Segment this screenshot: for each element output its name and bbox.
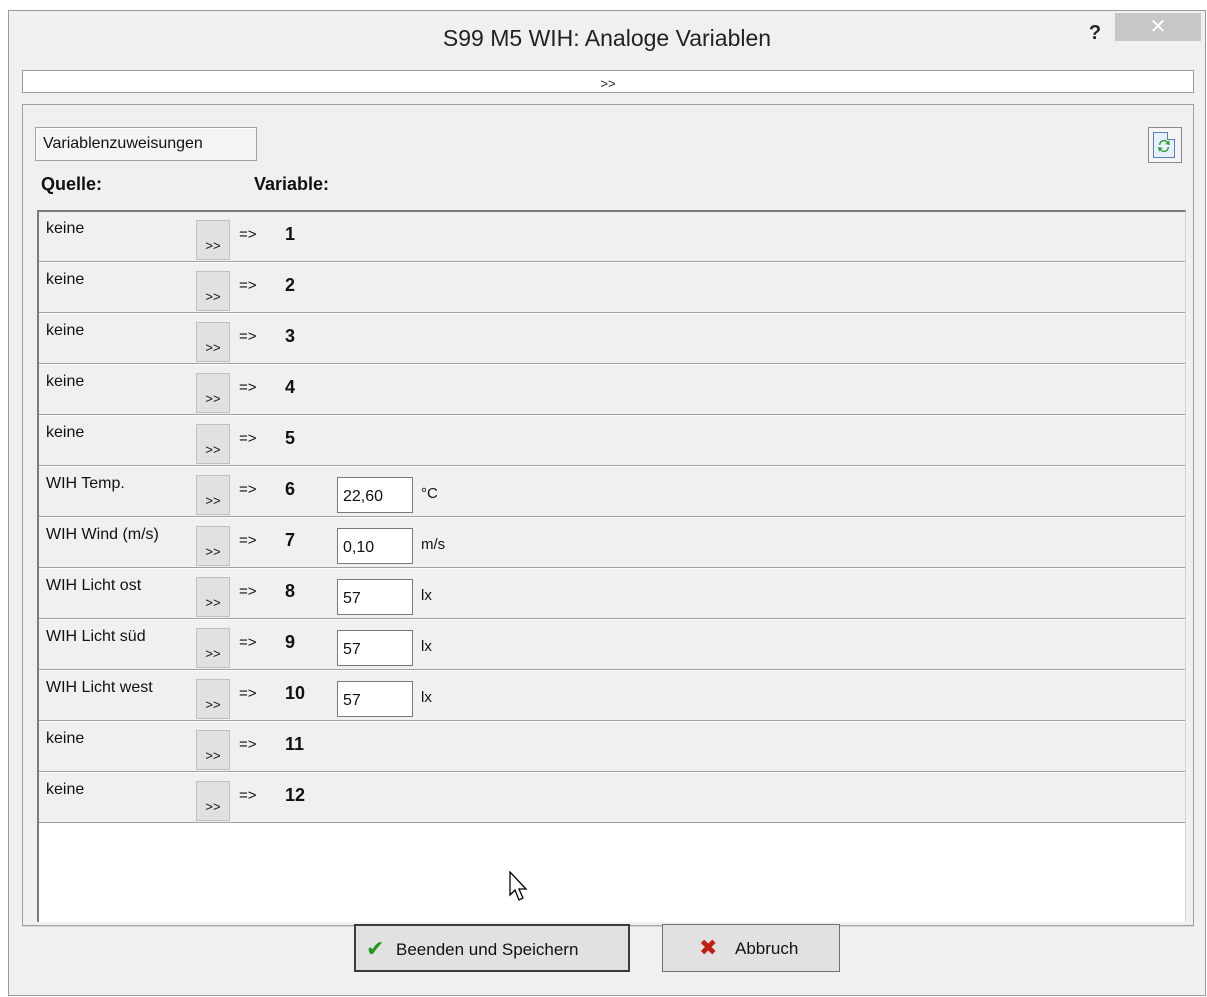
variable-number: 8 xyxy=(285,581,296,601)
source-label: keine xyxy=(46,730,85,747)
select-source-button[interactable]: >> xyxy=(196,322,230,362)
help-button[interactable]: ? xyxy=(1081,19,1109,47)
save-and-close-button[interactable]: ✔ Beenden und Speichern xyxy=(354,924,630,972)
cancel-button-label: Abbruch xyxy=(735,939,799,958)
dialog-window: S99 M5 WIH: Analoge Variablen ? ✕ >> Var… xyxy=(8,10,1206,996)
refresh-icon xyxy=(1153,132,1175,158)
source-label: WIH Temp. xyxy=(46,475,125,492)
assign-arrow: => xyxy=(239,430,257,447)
table-row: keine >> => 2 xyxy=(39,263,1185,313)
select-source-button[interactable]: >> xyxy=(196,730,230,770)
select-source-button[interactable]: >> xyxy=(196,781,230,821)
select-source-button[interactable]: >> xyxy=(196,220,230,260)
source-label: WIH Wind (m/s) xyxy=(46,526,159,543)
table-row: WIH Licht ost >> => 8 57 lx xyxy=(39,569,1185,619)
assignment-group: Variablenzuweisungen Quelle: Variable: k… xyxy=(22,104,1194,926)
title-bar: S99 M5 WIH: Analoge Variablen ? ✕ xyxy=(9,11,1205,69)
assign-arrow: => xyxy=(239,277,257,294)
variable-number: 2 xyxy=(285,275,296,295)
source-label: keine xyxy=(46,271,85,288)
table-row: WIH Licht west >> => 10 57 lx xyxy=(39,671,1185,721)
source-label: WIH Licht west xyxy=(46,679,153,696)
close-icon: ✕ xyxy=(1149,16,1167,38)
save-button-label: Beenden und Speichern xyxy=(396,940,579,959)
assign-arrow: => xyxy=(239,787,257,804)
select-source-button[interactable]: >> xyxy=(196,271,230,311)
source-label: keine xyxy=(46,373,85,390)
variable-number: 3 xyxy=(285,326,296,346)
variable-number: 6 xyxy=(285,479,296,499)
assign-arrow: => xyxy=(239,226,257,243)
variable-number: 11 xyxy=(285,734,305,754)
value-field[interactable]: 57 xyxy=(337,630,413,666)
select-source-button[interactable]: >> xyxy=(196,424,230,464)
assign-arrow: => xyxy=(239,481,257,498)
variable-number: 9 xyxy=(285,632,296,652)
value-field[interactable]: 22,60 xyxy=(337,477,413,513)
table-row: keine >> => 3 xyxy=(39,314,1185,364)
variable-number: 10 xyxy=(285,683,306,703)
select-source-button[interactable]: >> xyxy=(196,526,230,566)
select-source-button[interactable]: >> xyxy=(196,679,230,719)
value-field[interactable]: 57 xyxy=(337,579,413,615)
unit-label: lx xyxy=(421,638,432,655)
x-icon: ✖ xyxy=(699,935,718,960)
expand-toggle-bar[interactable]: >> xyxy=(22,70,1194,93)
assign-arrow: => xyxy=(239,685,257,702)
unit-label: lx xyxy=(421,587,432,604)
select-source-button[interactable]: >> xyxy=(196,628,230,668)
variable-number: 1 xyxy=(285,224,296,244)
source-label: WIH Licht ost xyxy=(46,577,142,594)
value-field[interactable]: 0,10 xyxy=(337,528,413,564)
select-source-button[interactable]: >> xyxy=(196,475,230,515)
window-title: S99 M5 WIH: Analoge Variablen xyxy=(442,25,772,51)
close-button[interactable]: ✕ xyxy=(1115,13,1201,41)
value-field[interactable]: 57 xyxy=(337,681,413,717)
variable-number: 7 xyxy=(285,530,296,550)
table-row: WIH Temp. >> => 6 22,60 °C xyxy=(39,467,1185,517)
assign-arrow: => xyxy=(239,532,257,549)
source-label: keine xyxy=(46,220,85,237)
unit-label: m/s xyxy=(421,536,446,553)
table-row: keine >> => 5 xyxy=(39,416,1185,466)
variable-number: 5 xyxy=(285,428,296,448)
source-label: WIH Licht süd xyxy=(46,628,146,645)
table-row: keine >> => 11 xyxy=(39,722,1185,772)
source-label: keine xyxy=(46,424,85,441)
table-row: keine >> => 4 xyxy=(39,365,1185,415)
assign-arrow: => xyxy=(239,379,257,396)
header-source: Quelle: xyxy=(41,174,103,194)
checkmark-icon: ✔ xyxy=(366,936,385,961)
table-row: WIH Wind (m/s) >> => 7 0,10 m/s xyxy=(39,518,1185,568)
cancel-button[interactable]: ✖ Abbruch xyxy=(662,924,840,972)
table-row: keine >> => 12 xyxy=(39,773,1185,823)
assign-arrow: => xyxy=(239,736,257,753)
assign-arrow: => xyxy=(239,328,257,345)
assign-arrow: => xyxy=(239,634,257,651)
unit-label: lx xyxy=(421,689,432,706)
variable-list[interactable]: keine >> => 1 keine >> => 2 keine >> => 3 keine >> => 4… xyxy=(37,210,1186,922)
source-label: keine xyxy=(46,322,85,339)
tab-variablenzuweisungen[interactable]: Variablenzuweisungen xyxy=(35,127,257,161)
table-row: keine >> => 1 xyxy=(39,212,1185,262)
header-variable: Variable: xyxy=(254,174,330,194)
select-source-button[interactable]: >> xyxy=(196,577,230,617)
unit-label: °C xyxy=(421,485,438,502)
select-source-button[interactable]: >> xyxy=(196,373,230,413)
mouse-pointer-icon xyxy=(509,870,529,908)
source-label: keine xyxy=(46,781,85,798)
refresh-button[interactable] xyxy=(1148,127,1182,163)
variable-number: 12 xyxy=(285,785,306,805)
variable-number: 4 xyxy=(285,377,296,397)
table-row: WIH Licht süd >> => 9 57 lx xyxy=(39,620,1185,670)
assign-arrow: => xyxy=(239,583,257,600)
